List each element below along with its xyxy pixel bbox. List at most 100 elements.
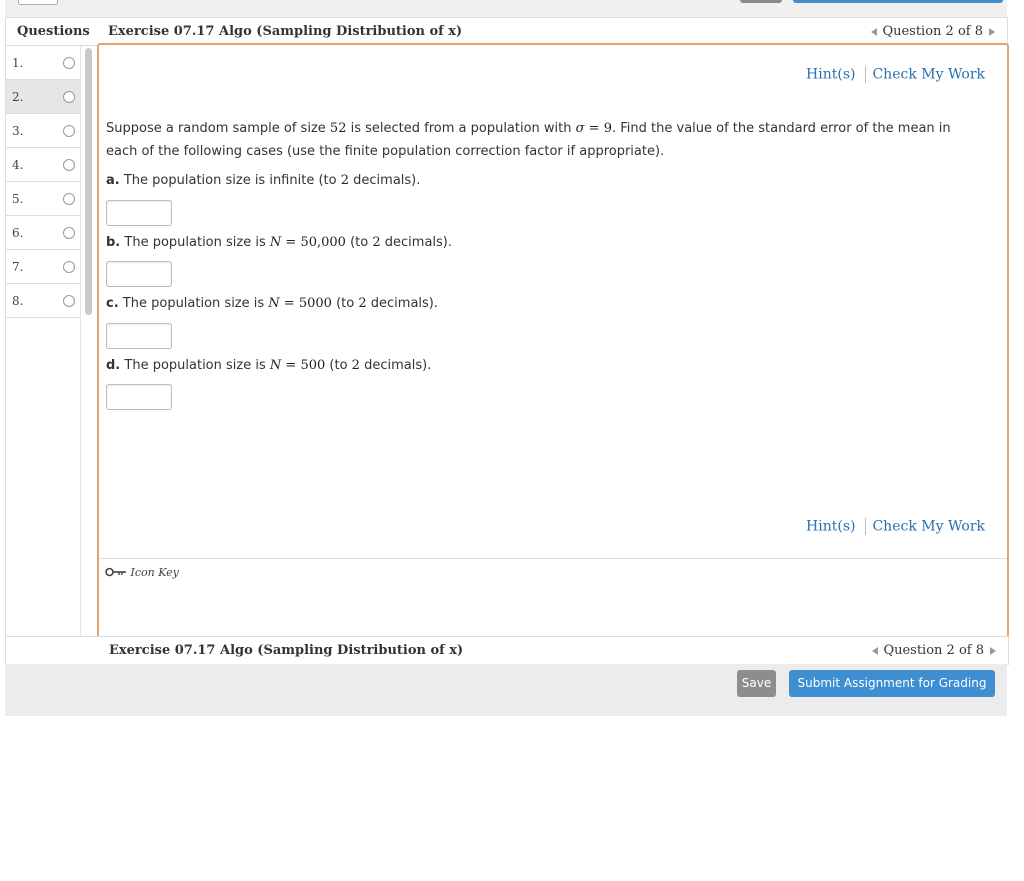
top-tab-submit[interactable]	[793, 0, 1003, 3]
equals-sign: =	[588, 121, 600, 136]
part-text: (to	[329, 358, 348, 373]
question-item-1[interactable]: 1.	[6, 46, 80, 80]
part-a-text: a. The population size is infinite (to 2…	[106, 169, 420, 192]
question-number: 4.	[12, 158, 24, 172]
part-text: decimals).	[364, 358, 432, 373]
icon-key-link[interactable]: Icon Key	[105, 566, 179, 579]
part-text: (to	[350, 235, 369, 250]
top-strip	[5, 0, 1007, 17]
check-my-work-link[interactable]: Check My Work	[872, 67, 985, 83]
question-nav: Question 2 of 8	[872, 643, 996, 658]
exercise-title: Exercise 07.17 Algo (Sampling Distributi…	[108, 24, 463, 39]
question-intro: Suppose a random sample of size 52 is se…	[106, 117, 951, 140]
sigma-value: 9	[603, 121, 612, 136]
icon-key-label: Icon Key	[130, 566, 179, 579]
answer-input-b[interactable]	[106, 261, 172, 287]
status-radio-icon	[63, 227, 75, 239]
part-b-text: b. The population size is N = 50,000 (to…	[106, 231, 452, 254]
footer-bar: Save Submit Assignment for Grading	[5, 664, 1007, 716]
exercise-title-bar-bottom: Exercise 07.17 Algo (Sampling Distributi…	[5, 636, 1009, 665]
question-item-6[interactable]: 6.	[6, 216, 80, 250]
save-button[interactable]: Save	[737, 670, 776, 697]
question-item-3[interactable]: 3.	[6, 114, 80, 148]
n-symbol: N	[269, 235, 282, 250]
part-letter: b.	[106, 235, 121, 250]
equals-sign: =	[285, 358, 297, 373]
question-number: 5.	[12, 192, 24, 206]
answer-input-c[interactable]	[106, 323, 172, 349]
questions-sidebar: Questions 1. 2. 3. 4. 5. 6. 7. 8.	[5, 17, 97, 638]
decimals-value: 2	[351, 358, 360, 373]
hints-link[interactable]: Hint(s)	[806, 519, 855, 535]
divider	[99, 558, 1007, 559]
top-tab-save[interactable]	[740, 0, 782, 3]
status-radio-icon	[63, 57, 75, 69]
question-intro-line-2: each of the following cases (use the fin…	[106, 144, 665, 159]
intro-text: . Find the value of the standard error o…	[612, 121, 951, 136]
questions-header: Questions	[17, 24, 90, 39]
question-panel: Hint(s) Check My Work Suppose a random sa…	[97, 43, 1009, 638]
question-number: 7.	[12, 260, 24, 274]
part-letter: c.	[106, 296, 119, 311]
question-number: 8.	[12, 294, 24, 308]
exercise-title-bar: Exercise 07.17 Algo (Sampling Distributi…	[96, 17, 1008, 45]
status-radio-icon	[63, 261, 75, 273]
answer-input-d[interactable]	[106, 384, 172, 410]
prev-question-icon[interactable]	[872, 646, 879, 655]
part-text: decimals).	[384, 235, 452, 250]
status-radio-icon	[63, 295, 75, 307]
status-radio-icon	[63, 125, 75, 137]
question-number: 3.	[12, 124, 24, 138]
part-text: decimals).	[370, 296, 438, 311]
question-item-2[interactable]: 2.	[6, 80, 80, 114]
check-my-work-link[interactable]: Check My Work	[872, 519, 985, 535]
prev-question-icon[interactable]	[871, 27, 878, 36]
hint-row-top: Hint(s) Check My Work	[806, 66, 985, 83]
divider	[80, 46, 81, 636]
top-tab-left[interactable]	[18, 0, 58, 5]
question-counter: Question 2 of 8	[882, 24, 983, 39]
part-text: decimals).	[353, 173, 421, 188]
next-question-icon[interactable]	[989, 27, 995, 36]
part-text: The population size is	[124, 235, 266, 250]
key-icon	[105, 567, 126, 577]
part-text: The population size is	[124, 358, 266, 373]
question-counter: Question 2 of 8	[883, 643, 984, 658]
question-item-8[interactable]: 8.	[6, 284, 80, 318]
intro-text: Suppose a random sample of size	[106, 121, 326, 136]
population-size-value: 5000	[298, 296, 332, 311]
part-text: (to	[336, 296, 355, 311]
population-size-value: 500	[300, 358, 326, 373]
part-letter: a.	[106, 173, 120, 188]
question-item-5[interactable]: 5.	[6, 182, 80, 216]
question-item-7[interactable]: 7.	[6, 250, 80, 284]
status-radio-icon	[63, 159, 75, 171]
n-symbol: N	[269, 358, 282, 373]
divider	[865, 66, 867, 83]
n-symbol: N	[268, 296, 280, 311]
intro-text: is selected from a population with	[350, 121, 572, 136]
part-letter: d.	[106, 358, 121, 373]
status-radio-icon	[63, 193, 75, 205]
question-number: 1.	[12, 56, 24, 70]
next-question-icon[interactable]	[990, 646, 996, 655]
sigma-symbol: σ	[575, 121, 585, 136]
answer-input-a[interactable]	[106, 200, 172, 226]
hint-row-bottom: Hint(s) Check My Work	[806, 518, 985, 535]
decimals-value: 2	[358, 296, 367, 311]
sidebar-scrollbar[interactable]	[85, 48, 92, 315]
equals-sign: =	[285, 235, 297, 250]
submit-assignment-button[interactable]: Submit Assignment for Grading	[789, 670, 995, 697]
status-radio-icon	[63, 91, 75, 103]
decimals-value: 2	[372, 235, 381, 250]
hints-link[interactable]: Hint(s)	[806, 67, 855, 83]
question-nav: Question 2 of 8	[871, 24, 995, 39]
part-c-text: c. The population size is N = 5000 (to 2…	[106, 292, 438, 315]
part-text: The population size is infinite (to	[123, 173, 337, 188]
exercise-title: Exercise 07.17 Algo (Sampling Distributi…	[109, 643, 464, 658]
part-text: The population size is	[122, 296, 265, 311]
question-item-4[interactable]: 4.	[6, 148, 80, 182]
equals-sign: =	[283, 296, 295, 311]
sample-size-value: 52	[329, 121, 347, 136]
decimals-value: 2	[340, 173, 349, 188]
